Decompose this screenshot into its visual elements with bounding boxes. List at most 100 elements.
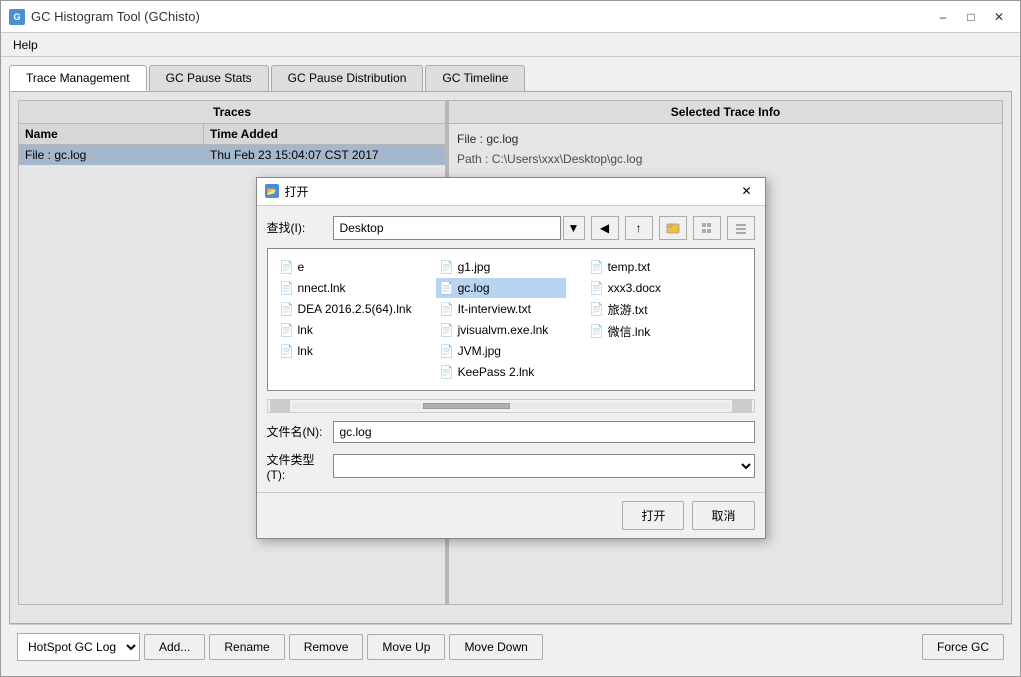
bottom-bar: HotSpot GC Log Add... Rename Remove Move…	[9, 624, 1012, 668]
title-controls: – □ ✕	[930, 7, 1012, 27]
file-item[interactable]: 📄 temp.txt	[586, 257, 716, 277]
open-file-dialog: 📂 打开 ✕ 查找(I): ▼	[256, 177, 766, 539]
filename-row: 文件名(N):	[267, 421, 755, 443]
file-item-name: lnk	[298, 323, 313, 337]
file-item[interactable]: 📄 旅游.txt	[586, 299, 716, 320]
dialog-icon: 📂	[265, 184, 279, 198]
new-folder-btn[interactable]	[659, 216, 687, 240]
tab-gc-pause-distribution[interactable]: GC Pause Distribution	[271, 65, 424, 91]
file-item[interactable]: 📄 jvisualvm.exe.lnk	[436, 320, 566, 340]
filetype-label: 文件类型(T):	[267, 451, 327, 482]
lookup-input[interactable]	[333, 216, 561, 240]
filetype-row: 文件类型(T):	[267, 451, 755, 482]
rename-button[interactable]: Rename	[209, 634, 284, 660]
file-item[interactable]: 📄 g1.jpg	[436, 257, 566, 277]
dialog-close-button[interactable]: ✕	[737, 182, 757, 200]
file-icon: 📄	[590, 301, 604, 317]
window-title: GC Histogram Tool (GChisto)	[31, 9, 200, 24]
middle-col-files: 📄 g1.jpg 📄 gc.log 📄 I	[436, 257, 566, 382]
app-icon: G	[9, 9, 25, 25]
move-down-button[interactable]: Move Down	[449, 634, 542, 660]
file-item[interactable]: 📄 KeePass 2.lnk	[436, 362, 566, 382]
file-item-name: g1.jpg	[458, 260, 491, 274]
tab-content-area: Traces Name Time Added File : gc.log Thu…	[9, 91, 1012, 624]
file-item[interactable]: 📄 微信.lnk	[586, 321, 716, 342]
file-item[interactable]: 📄 It-interview.txt	[436, 299, 566, 319]
right-col-files: 📄 temp.txt 📄 xxx3.docx 📄	[586, 257, 716, 382]
minimize-button[interactable]: –	[930, 7, 956, 27]
tab-bar: Trace Management GC Pause Stats GC Pause…	[9, 65, 1012, 91]
file-icon: 📄	[440, 364, 454, 380]
file-item-name: xxx3.docx	[608, 281, 661, 295]
remove-button[interactable]: Remove	[289, 634, 364, 660]
force-gc-button[interactable]: Force GC	[922, 634, 1004, 660]
file-item-name: nnect.lnk	[298, 281, 346, 295]
file-item-name: JVM.jpg	[458, 344, 501, 358]
list-view-btn[interactable]	[693, 216, 721, 240]
add-button[interactable]: Add...	[144, 634, 205, 660]
file-item-selected[interactable]: 📄 gc.log	[436, 278, 566, 298]
file-icon: 📄	[440, 343, 454, 359]
file-item[interactable]: 📄 DEA 2016.2.5(64).lnk	[276, 299, 416, 319]
main-content: Trace Management GC Pause Stats GC Pause…	[1, 57, 1020, 676]
dialog-title-left: 📂 打开	[265, 183, 309, 200]
file-item[interactable]: 📄 e	[276, 257, 416, 277]
detail-view-btn[interactable]	[727, 216, 755, 240]
file-item-name: jvisualvm.exe.lnk	[458, 323, 549, 337]
file-item-name: 旅游.txt	[608, 301, 648, 318]
file-icon: 📄	[280, 343, 294, 359]
tab-trace-management[interactable]: Trace Management	[9, 65, 147, 91]
dialog-body: 查找(I): ▼ ◀ ↑	[257, 206, 765, 492]
detail-view-icon	[734, 221, 748, 235]
filetype-select[interactable]	[333, 454, 755, 478]
file-icon: 📄	[440, 301, 454, 317]
lookup-combo: ▼	[333, 216, 585, 240]
file-list-container[interactable]: 📄 e 📄 nnect.lnk 📄 DEA	[267, 248, 755, 391]
file-item-name: temp.txt	[608, 260, 651, 274]
file-icon: 📄	[280, 259, 294, 275]
file-item-name: 微信.lnk	[608, 323, 651, 340]
file-icon: 📄	[440, 259, 454, 275]
file-icon: 📄	[280, 322, 294, 338]
file-item[interactable]: 📄 nnect.lnk	[276, 278, 416, 298]
lookup-label: 查找(I):	[267, 219, 327, 236]
file-icon: 📄	[590, 323, 604, 339]
filename-input[interactable]	[333, 421, 755, 443]
horizontal-scrollbar[interactable]	[267, 399, 755, 413]
maximize-button[interactable]: □	[958, 7, 984, 27]
lookup-row: 查找(I): ▼ ◀ ↑	[267, 216, 755, 240]
file-item-name: It-interview.txt	[458, 302, 531, 316]
dialog-title-bar: 📂 打开 ✕	[257, 178, 765, 206]
file-icon: 📄	[280, 301, 294, 317]
file-item-name: KeePass 2.lnk	[458, 365, 535, 379]
back-btn[interactable]: ◀	[591, 216, 619, 240]
file-icon: 📄	[440, 280, 454, 296]
file-item-name: gc.log	[458, 281, 490, 295]
up-folder-btn[interactable]: ↑	[625, 216, 653, 240]
close-button[interactable]: ✕	[986, 7, 1012, 27]
dialog-overlay: 📂 打开 ✕ 查找(I): ▼	[10, 92, 1011, 623]
files-wrapper: 📄 e 📄 nnect.lnk 📄 DEA	[272, 253, 750, 386]
list-view-icon	[700, 221, 714, 235]
file-item[interactable]: 📄 lnk	[276, 320, 416, 340]
file-item[interactable]: 📄 lnk	[276, 341, 416, 361]
menu-bar: Help	[1, 33, 1020, 57]
dialog-cancel-button[interactable]: 取消	[692, 501, 754, 530]
tab-gc-pause-stats[interactable]: GC Pause Stats	[149, 65, 269, 91]
file-item[interactable]: 📄 JVM.jpg	[436, 341, 566, 361]
file-icon: 📄	[440, 322, 454, 338]
title-bar: G GC Histogram Tool (GChisto) – □ ✕	[1, 1, 1020, 33]
lookup-dropdown-btn[interactable]: ▼	[563, 216, 585, 240]
gc-type-select[interactable]: HotSpot GC Log	[17, 633, 140, 661]
move-up-button[interactable]: Move Up	[367, 634, 445, 660]
file-icon: 📄	[280, 280, 294, 296]
dialog-open-button[interactable]: 打开	[622, 501, 684, 530]
tab-gc-timeline[interactable]: GC Timeline	[425, 65, 525, 91]
title-left: G GC Histogram Tool (GChisto)	[9, 9, 200, 25]
file-item-name: lnk	[298, 344, 313, 358]
main-window: G GC Histogram Tool (GChisto) – □ ✕ Help…	[0, 0, 1021, 677]
file-icon: 📄	[590, 280, 604, 296]
new-folder-icon	[666, 221, 680, 235]
file-item[interactable]: 📄 xxx3.docx	[586, 278, 716, 298]
menu-help[interactable]: Help	[5, 36, 46, 54]
